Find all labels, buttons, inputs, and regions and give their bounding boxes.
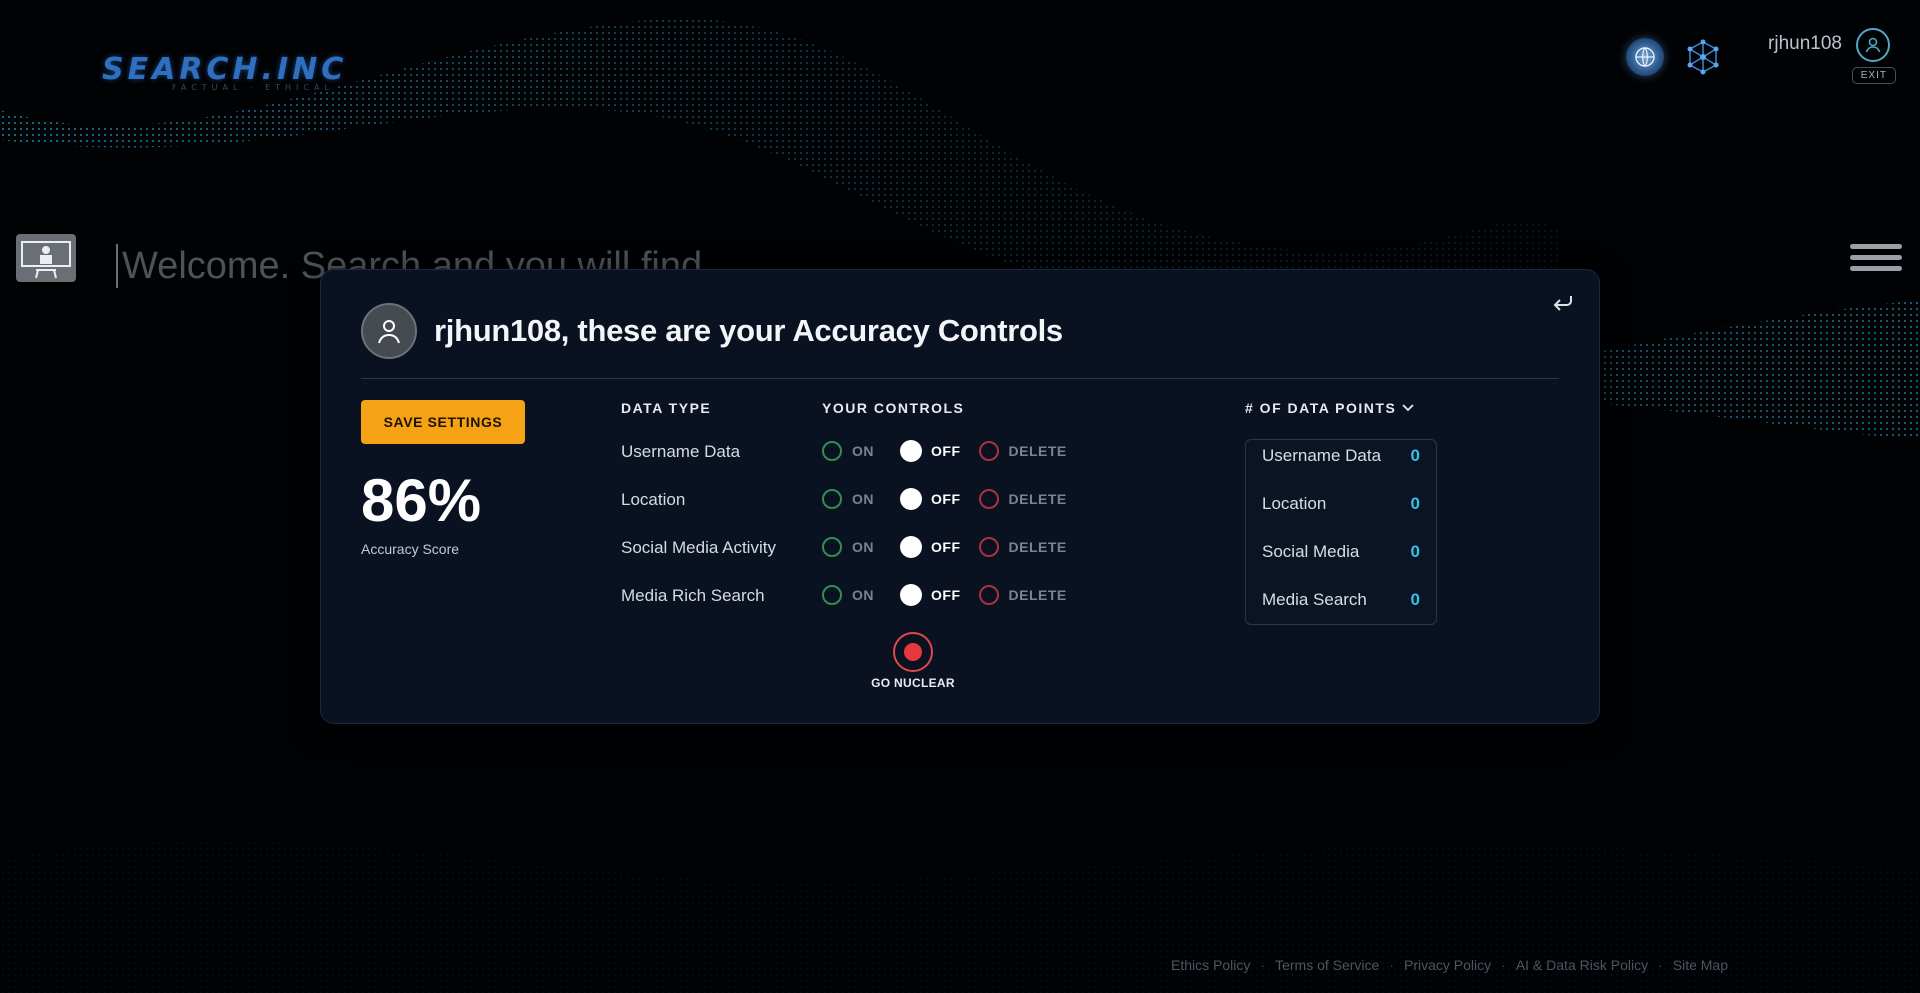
radio-delete[interactable] <box>978 441 999 461</box>
footer-separator: · <box>1389 957 1394 973</box>
accuracy-score-label: Accuracy Score <box>361 541 460 557</box>
option-delete-label: DELETE <box>1008 491 1067 507</box>
option-off-label: OFF <box>931 587 961 603</box>
chevron-down-icon <box>1402 404 1414 412</box>
accuracy-score-value: 86% <box>361 467 482 534</box>
radio-on[interactable] <box>822 441 842 461</box>
column-header-your-controls: YOUR CONTROLS <box>822 400 965 416</box>
back-arrow-icon[interactable] <box>1551 292 1575 312</box>
radio-on[interactable] <box>822 585 842 605</box>
data-point-row: Location 0 <box>1262 494 1420 514</box>
option-delete-label: DELETE <box>1008 539 1067 555</box>
data-point-row: Username Data 0 <box>1262 446 1420 466</box>
option-off-label: OFF <box>931 539 961 555</box>
option-off-label: OFF <box>931 443 961 459</box>
data-point-value: 0 <box>1410 494 1420 513</box>
option-on-label: ON <box>852 443 874 459</box>
data-point-label: Username Data <box>1262 446 1382 465</box>
network-icon[interactable] <box>1684 38 1722 76</box>
radio-off[interactable] <box>900 584 922 606</box>
logo[interactable]: SEARCH.INC FACTUAL · ETHICAL <box>102 52 347 92</box>
logo-tagline: FACTUAL · ETHICAL <box>172 83 334 92</box>
control-row: ON OFF DELETE <box>822 488 1067 510</box>
divider <box>361 378 1559 379</box>
go-nuclear-button[interactable] <box>893 632 933 672</box>
option-delete-label: DELETE <box>1008 587 1067 603</box>
user-icon[interactable] <box>1856 28 1890 62</box>
radio-delete[interactable] <box>978 585 999 605</box>
save-settings-button[interactable]: SAVE SETTINGS <box>361 400 525 444</box>
option-on-label: ON <box>852 491 874 507</box>
data-points-panel: Username Data 0 Location 0 Social Media … <box>1245 439 1437 625</box>
footer-separator: · <box>1501 957 1506 973</box>
footer-separator: · <box>1658 957 1663 973</box>
footer-link-sitemap[interactable]: Site Map <box>1673 957 1728 973</box>
radio-off[interactable] <box>900 488 922 510</box>
data-type-label: Social Media Activity <box>621 538 776 557</box>
data-point-value: 0 <box>1410 542 1420 561</box>
data-point-value: 0 <box>1410 590 1420 609</box>
option-on-label: ON <box>852 587 874 603</box>
data-point-label: Location <box>1262 494 1327 513</box>
hamburger-menu-icon[interactable] <box>1850 244 1902 277</box>
column-header-data-type: DATA TYPE <box>621 400 712 416</box>
option-on-label: ON <box>852 539 874 555</box>
data-type-label: Location <box>621 490 686 509</box>
data-points-dropdown[interactable]: # OF DATA POINTS <box>1245 400 1414 416</box>
option-delete-label: DELETE <box>1008 443 1067 459</box>
kiosk-icon[interactable] <box>16 234 76 282</box>
footer-separator: · <box>1260 957 1266 973</box>
globe-icon[interactable] <box>1626 38 1664 76</box>
avatar <box>361 303 417 359</box>
radio-off[interactable] <box>900 440 922 462</box>
footer-link-terms[interactable]: Terms of Service <box>1275 957 1379 973</box>
footer-link-ethics[interactable]: Ethics Policy <box>1171 957 1250 973</box>
data-type-label: Media Rich Search <box>621 586 765 605</box>
logo-text: SEARCH.INC <box>102 52 348 87</box>
control-row: ON OFF DELETE <box>822 440 1067 462</box>
footer-links: Ethics Policy · Terms of Service · Privacy… <box>1171 957 1728 973</box>
control-row: ON OFF DELETE <box>822 584 1067 606</box>
control-row: ON OFF DELETE <box>822 536 1067 558</box>
radio-on[interactable] <box>822 489 842 509</box>
go-nuclear-label: GO NUCLEAR <box>871 676 955 690</box>
footer-link-ai-risk[interactable]: AI & Data Risk Policy <box>1516 957 1648 973</box>
data-point-value: 0 <box>1410 446 1420 465</box>
nuclear-dot-icon <box>904 643 922 661</box>
exit-button[interactable]: EXIT <box>1851 67 1896 84</box>
footer-link-privacy[interactable]: Privacy Policy <box>1404 957 1491 973</box>
modal-title: rjhun108, these are your Accuracy Contro… <box>434 313 1063 348</box>
header-username: rjhun108 <box>1768 33 1842 54</box>
accuracy-controls-modal: rjhun108, these are your Accuracy Contro… <box>320 269 1600 724</box>
data-point-label: Social Media <box>1262 542 1360 561</box>
radio-on[interactable] <box>822 537 842 557</box>
data-point-label: Media Search <box>1262 590 1367 609</box>
radio-off[interactable] <box>900 536 922 558</box>
data-point-row: Media Search 0 <box>1262 590 1420 610</box>
option-off-label: OFF <box>931 491 961 507</box>
data-type-label: Username Data <box>621 442 741 461</box>
data-point-row: Social Media 0 <box>1262 542 1420 562</box>
column-header-data-points: # OF DATA POINTS <box>1245 400 1397 416</box>
radio-delete[interactable] <box>978 489 999 509</box>
radio-delete[interactable] <box>978 537 999 557</box>
